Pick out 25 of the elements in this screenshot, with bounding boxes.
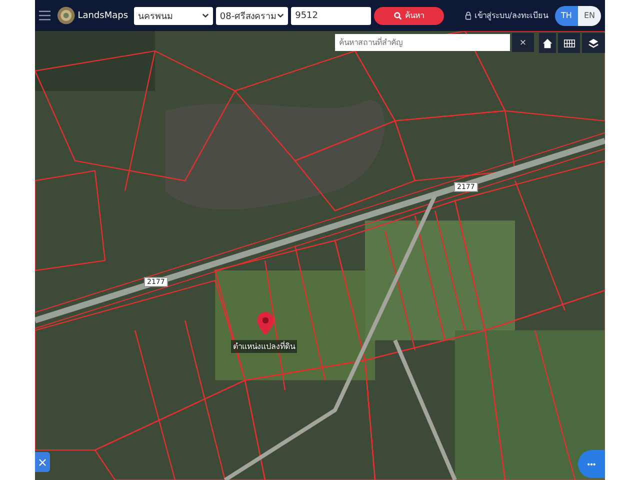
language-toggle[interactable]: TH: [555, 6, 578, 26]
chevron-icon: [202, 13, 209, 18]
layers-icon: [588, 38, 599, 48]
close-button[interactable]: ×: [512, 33, 534, 52]
menu-icon[interactable]: [39, 10, 50, 21]
login-link[interactable]: เข้าสู่ระบบ/ลงทะเบียน: [474, 9, 548, 22]
district-select[interactable]: 08-ศรีสงคราม: [216, 6, 288, 24]
pin-label: ตำแหน่งแปลงที่ดิน: [231, 340, 297, 353]
home-button[interactable]: [539, 33, 556, 53]
brand-name: LandsMaps: [78, 10, 128, 20]
map-pin-icon: [257, 312, 274, 335]
layers-button[interactable]: [582, 33, 605, 53]
parcel-number-field[interactable]: 9512: [291, 6, 372, 24]
measure-button[interactable]: [35, 452, 50, 472]
chevron-icon: [277, 13, 284, 18]
logo-icon: [56, 6, 75, 25]
language-toggle[interactable]: EN: [578, 6, 601, 26]
place-search-field[interactable]: ค้นหาสถานที่สำคัญ: [335, 34, 510, 51]
search-icon: [394, 12, 402, 20]
home-icon: [542, 38, 553, 48]
province-select[interactable]: นครพนม: [134, 6, 213, 24]
search-button[interactable]: ค้นหา: [374, 6, 444, 24]
lock-icon: [464, 11, 472, 20]
grid-icon: [564, 38, 574, 48]
grid-button[interactable]: [558, 33, 580, 53]
